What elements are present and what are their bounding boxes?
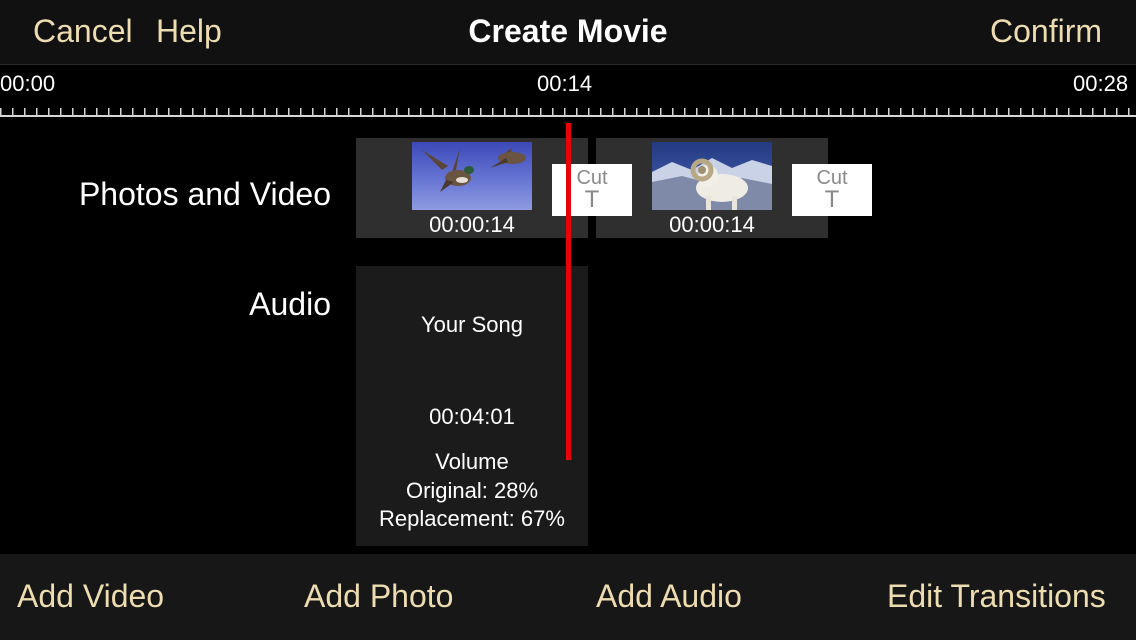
bottom-toolbar: Add Video Add Photo Add Audio Edit Trans… (0, 554, 1136, 640)
ruler-label-end: 00:28 (1073, 71, 1129, 96)
cut-transition-button-1[interactable]: Cut T (552, 164, 632, 216)
audio-duration: 00:04:01 (429, 404, 515, 429)
add-video-button[interactable]: Add Video (17, 576, 164, 616)
top-navigation-bar: Cancel Help Create Movie Confirm (0, 0, 1136, 65)
timeline-ruler[interactable]: 00:00 00:14 00:28 (0, 65, 1136, 125)
flying-ducks-image (412, 142, 532, 210)
page-title: Create Movie (468, 13, 668, 49)
add-audio-button[interactable]: Add Audio (596, 576, 742, 616)
playhead[interactable] (566, 123, 571, 460)
ruler-label-middle: 00:14 (537, 71, 593, 96)
volume-heading: Volume (435, 449, 509, 474)
add-photo-button[interactable]: Add Photo (304, 576, 453, 616)
confirm-button[interactable]: Confirm (990, 12, 1102, 50)
ruler-label-start: 00:00 (0, 71, 56, 96)
ruler-baseline (0, 115, 1136, 117)
cut-transition-button-2[interactable]: Cut T (792, 164, 872, 216)
photos-video-track-label: Photos and Video (78, 176, 331, 212)
edit-transitions-button[interactable]: Edit Transitions (887, 576, 1106, 616)
bighorn-ram-thumbnail (652, 142, 772, 210)
volume-original: Original: 28% (405, 478, 539, 503)
volume-replacement: Replacement: 67% (379, 506, 565, 531)
audio-song-title: Your Song (421, 312, 523, 337)
audio-clip[interactable]: Your Song 00:04:01 Volume Original: 28% … (356, 266, 588, 546)
flying-ducks-thumbnail (412, 142, 532, 210)
cut-letter: T (584, 186, 600, 213)
bighorn-ram-image (652, 142, 772, 210)
cut-letter: T (824, 186, 840, 213)
audio-track-label: Audio (249, 286, 331, 322)
